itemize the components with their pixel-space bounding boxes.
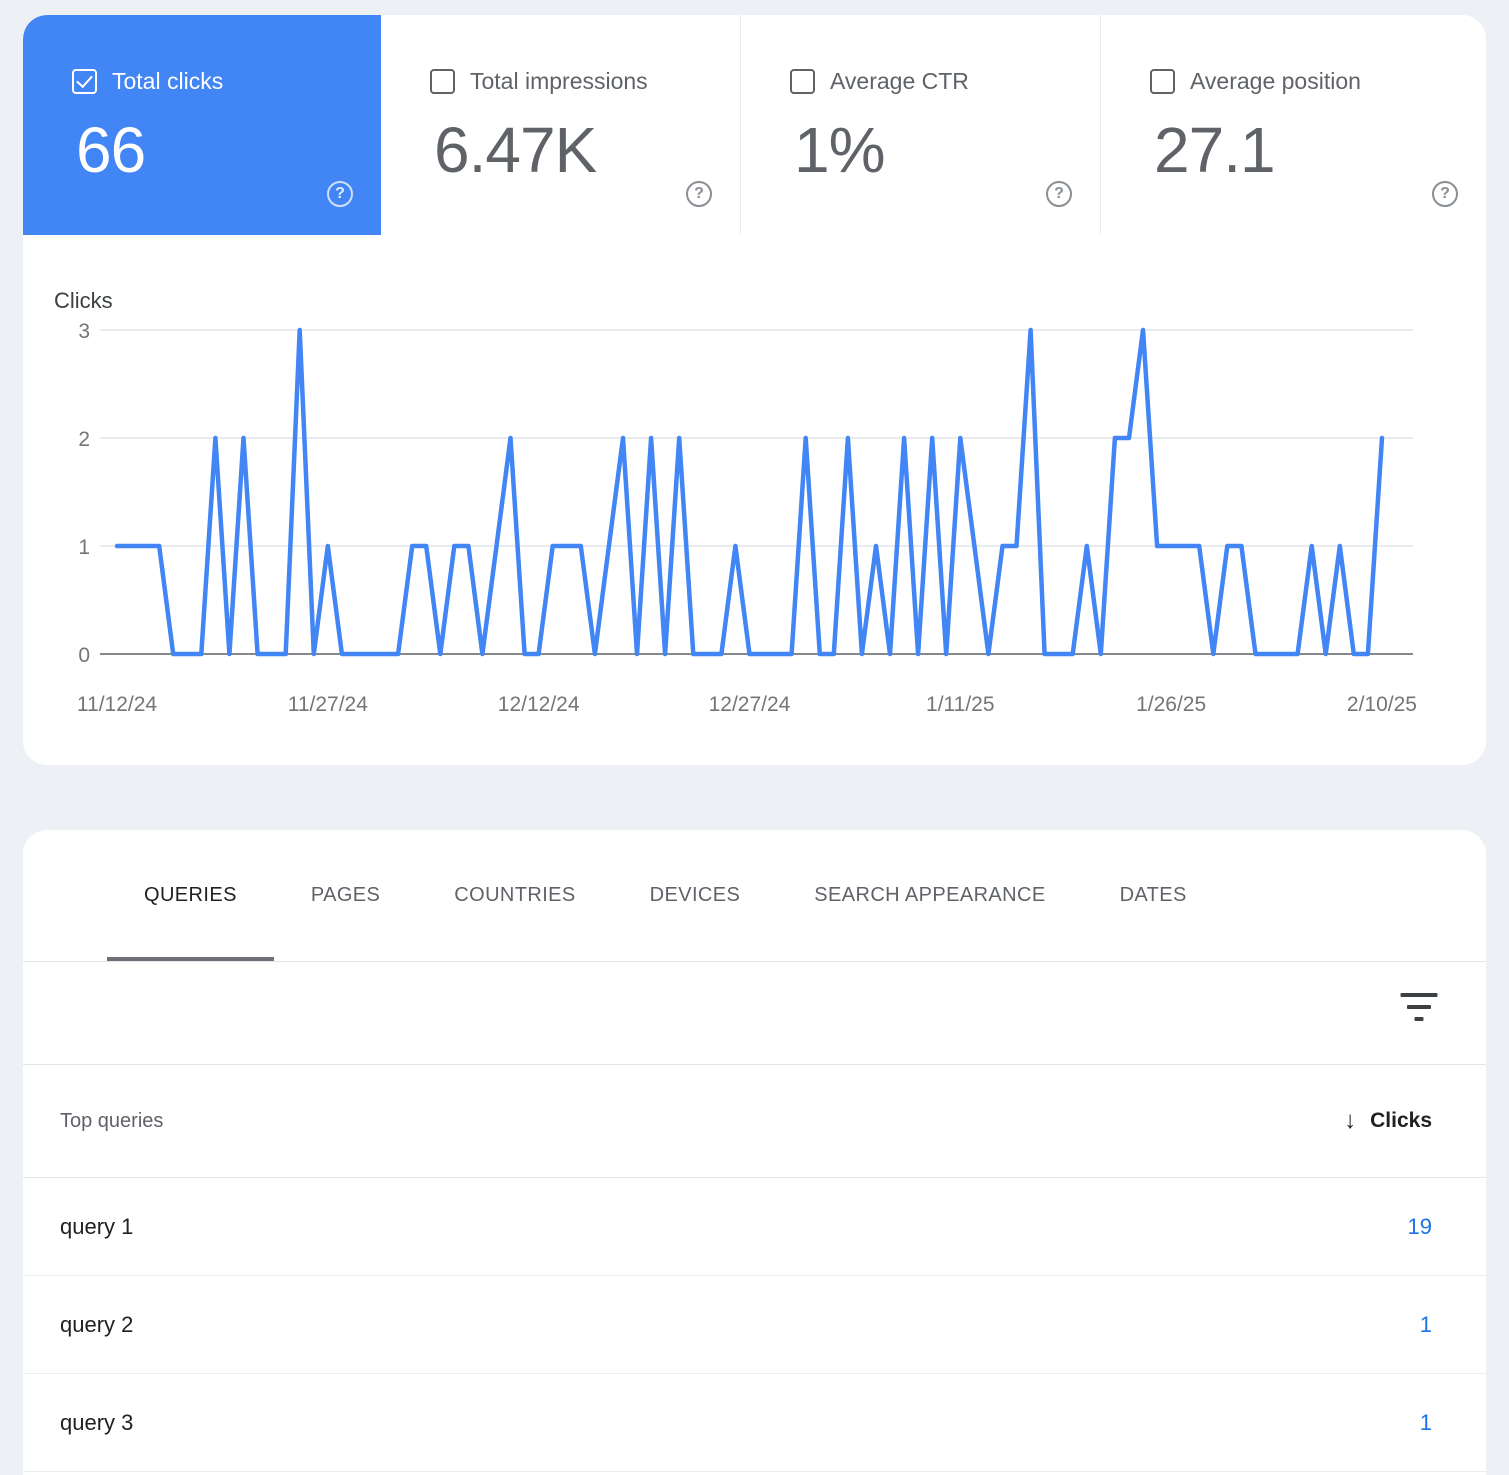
table-row[interactable]: query 3 1 bbox=[23, 1374, 1486, 1472]
clicks-series-line bbox=[117, 330, 1382, 654]
question-circle-icon[interactable]: ? bbox=[327, 181, 353, 207]
y-tick-label: 0 bbox=[78, 644, 90, 667]
queries-table-card: QUERIES PAGES COUNTRIES DEVICES SEARCH A… bbox=[23, 830, 1486, 1475]
question-circle-icon[interactable]: ? bbox=[1046, 181, 1072, 207]
clicks-cell: 1 bbox=[1420, 1410, 1432, 1436]
x-tick-label: 12/12/24 bbox=[498, 693, 580, 716]
metric-label: Total clicks bbox=[112, 68, 223, 95]
tab-label: PAGES bbox=[311, 884, 380, 907]
tab-queries[interactable]: QUERIES bbox=[107, 830, 274, 961]
tab-dates[interactable]: DATES bbox=[1083, 830, 1224, 961]
query-cell: query 1 bbox=[60, 1214, 133, 1240]
table-header-row: Top queries ↓ Clicks bbox=[23, 1065, 1486, 1178]
x-tick-label: 2/10/25 bbox=[1347, 693, 1417, 716]
y-tick-label: 3 bbox=[78, 320, 90, 343]
question-circle-icon[interactable]: ? bbox=[1432, 181, 1458, 207]
query-cell: query 2 bbox=[60, 1312, 133, 1338]
checkbox-icon[interactable] bbox=[430, 69, 455, 94]
x-tick-label: 12/27/24 bbox=[709, 693, 791, 716]
tab-pages[interactable]: PAGES bbox=[274, 830, 417, 961]
tab-countries[interactable]: COUNTRIES bbox=[417, 830, 612, 961]
metric-tile-average-ctr[interactable]: Average CTR 1% ? bbox=[740, 15, 1100, 235]
metric-tile-head: Total clicks bbox=[72, 68, 381, 95]
metric-tile-total-clicks[interactable]: Total clicks 66 ? bbox=[23, 15, 381, 235]
top-queries-column-header: Top queries bbox=[60, 1110, 163, 1133]
metric-value: 1% bbox=[794, 118, 1100, 182]
chart-y-axis-title: Clicks bbox=[54, 288, 113, 313]
tab-search-appearance[interactable]: SEARCH APPEARANCE bbox=[777, 830, 1082, 961]
table-filter-row bbox=[23, 962, 1486, 1065]
metric-tile-head: Average position bbox=[1150, 68, 1486, 95]
metrics-header: Total clicks 66 ? Total impressions 6.47… bbox=[23, 15, 1486, 235]
tab-label: DEVICES bbox=[650, 884, 741, 907]
checkbox-icon[interactable] bbox=[1150, 69, 1175, 94]
y-tick-label: 1 bbox=[78, 536, 90, 559]
metric-tile-head: Average CTR bbox=[790, 68, 1100, 95]
metric-tile-average-position[interactable]: Average position 27.1 ? bbox=[1100, 15, 1486, 235]
filter-list-icon[interactable] bbox=[1400, 993, 1437, 1022]
arrow-down-icon: ↓ bbox=[1344, 1107, 1356, 1135]
metric-tile-total-impressions[interactable]: Total impressions 6.47K ? bbox=[381, 15, 740, 235]
x-tick-label: 11/12/24 bbox=[77, 693, 158, 716]
x-tick-label: 1/26/25 bbox=[1136, 693, 1206, 716]
clicks-sort-header[interactable]: ↓ Clicks bbox=[1344, 1107, 1432, 1135]
tab-label: QUERIES bbox=[144, 884, 237, 907]
checkbox-icon[interactable] bbox=[790, 69, 815, 94]
tab-devices[interactable]: DEVICES bbox=[613, 830, 778, 961]
checkbox-checked-icon[interactable] bbox=[72, 69, 97, 94]
clicks-cell: 19 bbox=[1408, 1214, 1432, 1240]
x-tick-label: 1/11/25 bbox=[926, 693, 995, 716]
performance-chart-card: Total clicks 66 ? Total impressions 6.47… bbox=[23, 15, 1486, 765]
question-circle-icon[interactable]: ? bbox=[686, 181, 712, 207]
search-console-performance-page: Total clicks 66 ? Total impressions 6.47… bbox=[0, 0, 1509, 1475]
clicks-cell: 1 bbox=[1420, 1312, 1432, 1338]
x-tick-label: 11/27/24 bbox=[288, 693, 369, 716]
metric-value: 6.47K bbox=[434, 118, 740, 182]
table-row[interactable]: query 2 1 bbox=[23, 1276, 1486, 1374]
metric-value: 66 bbox=[76, 118, 381, 182]
tab-label: DATES bbox=[1120, 884, 1187, 907]
metric-value: 27.1 bbox=[1154, 118, 1486, 182]
tab-label: SEARCH APPEARANCE bbox=[814, 884, 1045, 907]
metric-tile-head: Total impressions bbox=[430, 68, 740, 95]
table-row[interactable]: query 1 19 bbox=[23, 1178, 1486, 1276]
query-cell: query 3 bbox=[60, 1410, 133, 1436]
dimension-tabs: QUERIES PAGES COUNTRIES DEVICES SEARCH A… bbox=[23, 830, 1486, 962]
metric-label: Average CTR bbox=[830, 68, 969, 95]
metric-label: Average position bbox=[1190, 68, 1361, 95]
clicks-column-header: Clicks bbox=[1370, 1109, 1432, 1133]
tab-label: COUNTRIES bbox=[454, 884, 575, 907]
metric-label: Total impressions bbox=[470, 68, 648, 95]
y-tick-label: 2 bbox=[78, 428, 90, 451]
